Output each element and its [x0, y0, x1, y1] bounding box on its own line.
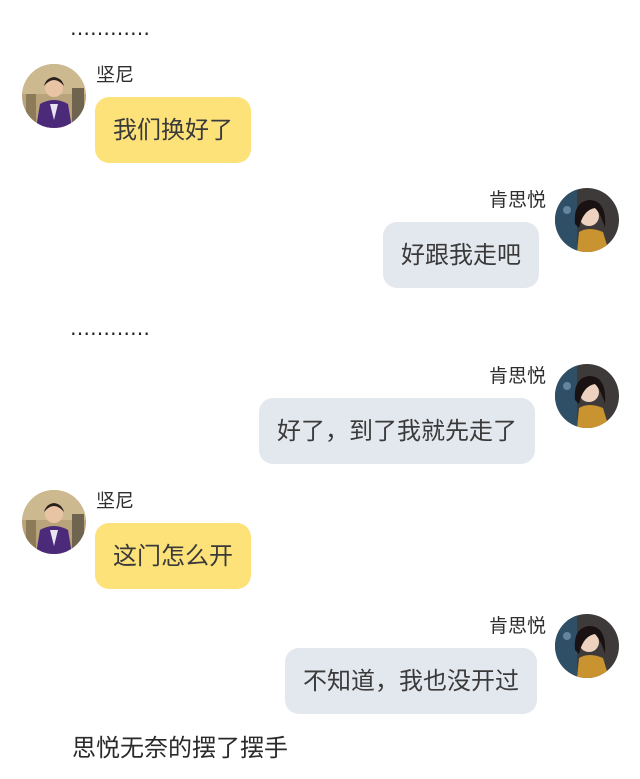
avatar[interactable] [555, 364, 619, 428]
ellipsis-separator: ………… [70, 16, 150, 40]
avatar-woman-dark-hair-icon [555, 614, 619, 678]
message-bubble-sent[interactable]: 好了，到了我就先走了 [259, 398, 535, 464]
sender-name: 肯思悦 [488, 365, 546, 387]
sender-name: 肯思悦 [488, 615, 546, 637]
chat-transcript: ………… 坚尼 我们换好了 肯思悦 好跟我走吧 ………… 肯思悦 好了，到了我就… [0, 0, 640, 779]
message-bubble-received[interactable]: 这门怎么开 [95, 523, 251, 589]
avatar[interactable] [22, 64, 86, 128]
avatar[interactable] [555, 188, 619, 252]
avatar-man-purple-jacket-icon [22, 64, 86, 128]
sender-name: 坚尼 [96, 64, 135, 86]
avatar-woman-dark-hair-icon [555, 188, 619, 252]
message-bubble-sent[interactable]: 好跟我走吧 [383, 222, 539, 288]
avatar-man-purple-jacket-icon [22, 490, 86, 554]
ellipsis-separator: ………… [70, 316, 150, 340]
sender-name: 肯思悦 [488, 189, 546, 211]
message-bubble-received[interactable]: 我们换好了 [95, 97, 251, 163]
avatar[interactable] [22, 490, 86, 554]
avatar[interactable] [555, 614, 619, 678]
message-bubble-sent[interactable]: 不知道，我也没开过 [285, 648, 537, 714]
narration-text: 思悦无奈的摆了摆手 [72, 734, 288, 762]
sender-name: 坚尼 [96, 490, 135, 512]
avatar-woman-dark-hair-icon [555, 364, 619, 428]
